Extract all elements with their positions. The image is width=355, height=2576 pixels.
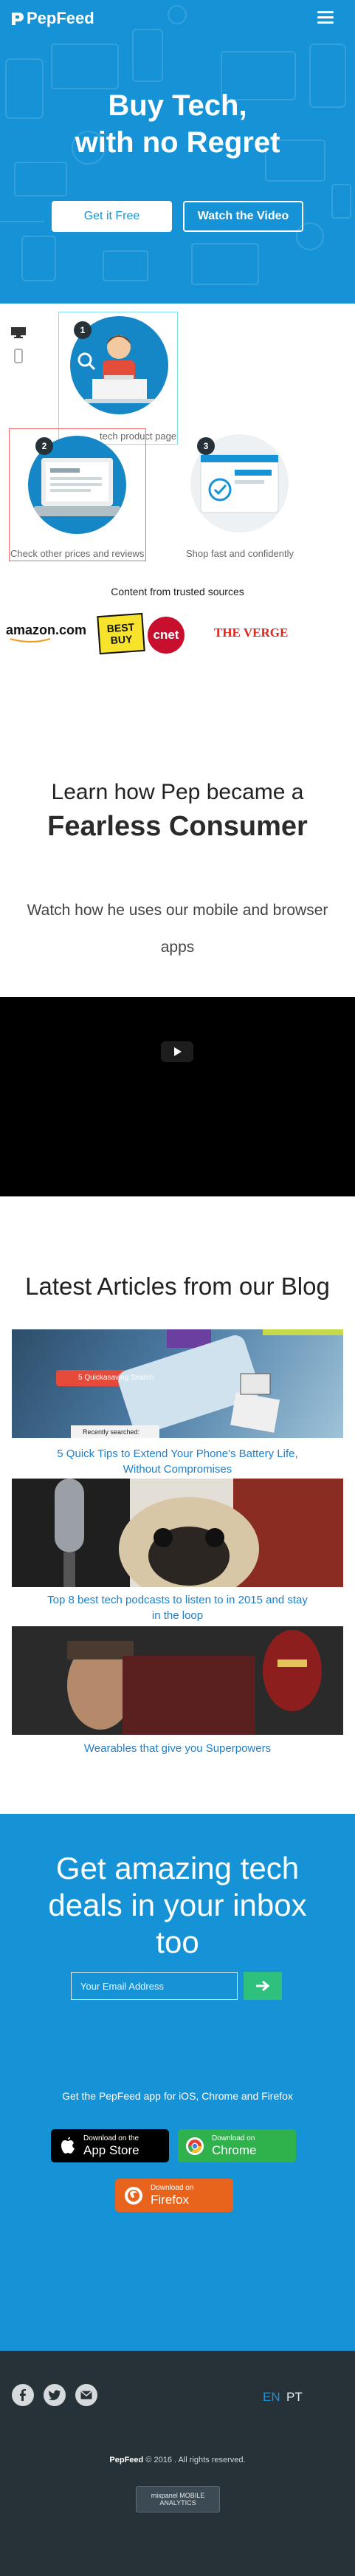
app-store-button[interactable]: Download on the App Store [51,2129,169,2162]
mixpanel-badge-line2: ANALYTICS [159,2499,196,2507]
brand-name: PepFeed [27,9,94,27]
article1-link[interactable]: 5 Quick Tips to Extend Your Phone's Batt… [12,1446,343,1477]
firefox-icon [125,2186,142,2205]
chrome-store-big-text: Chrome [212,2142,257,2157]
ironman-photo [12,1626,343,1735]
learn-subtext: Watch how he uses our mobile and browser… [0,892,355,966]
app-store-small-text: Download on the [83,2134,139,2142]
theverge-logo: THE VERGE [214,626,288,640]
step3-caption: Shop fast and confidently [186,548,294,559]
article3-title-line1: Wearables that give you Superpowers [83,1742,272,1755]
email-input[interactable] [71,1972,238,2000]
play-icon[interactable] [161,1041,193,1062]
newsletter-heading: Get amazing tech deals in your inbox too [0,1850,355,1961]
article1-overlay-search: 5 Quickasaving Search [78,1374,154,1382]
watch-video-button[interactable]: Watch the Video [183,201,303,232]
phone-hand-illustration [56,1329,343,1438]
newsletter-heading-line2: deals in your inbox [48,1888,307,1922]
language-en[interactable]: EN [263,2390,280,2405]
article1-image[interactable]: 5 Quickasaving Search Recently searched: [12,1329,343,1438]
step2-number: 2 [35,437,53,455]
copyright-brand: PepFeed [109,2456,144,2464]
firefox-store-button[interactable]: Download on Firefox [115,2179,233,2212]
step1-number: 1 [74,321,92,339]
cnet-logo-text: cnet [153,628,179,642]
article2-title-line1: Top 8 best tech podcasts to listen to in… [47,1594,308,1606]
twitter-icon[interactable] [44,2384,66,2406]
chrome-store-button[interactable]: Download on Chrome [178,2129,296,2162]
get-it-free-button[interactable]: Get it Free [52,201,172,232]
amazon-logo: amazon.com [6,623,87,643]
firefox-store-big-text: Firefox [151,2192,189,2207]
newsletter-heading-line1: Get amazing tech [55,1851,300,1885]
twitter-glyph [49,2390,61,2400]
video-player[interactable] [0,997,355,1196]
firefox-store-small-text: Download on [151,2183,194,2192]
learn-subtext-line1: Watch how he uses our mobile and browser [27,902,328,919]
mobile-icon[interactable] [14,349,23,363]
learn-heading-line1: Learn how Pep became a [51,780,304,804]
chrome-store-small-text: Download on [212,2134,255,2142]
facebook-icon[interactable] [12,2384,34,2406]
newsletter-heading-line3: too [156,1925,199,1959]
trusted-sources-heading: Content from trusted sources [111,586,244,597]
apple-icon [61,2137,75,2154]
hero-title: Buy Tech, with no Regret [0,87,355,161]
step2-caption: Check other prices and reviews [10,548,145,559]
email-icon[interactable] [75,2384,97,2406]
learn-subtext-line2: apps [160,939,195,956]
pug-microphone-photo [12,1479,343,1587]
hero-title-line2: with no Regret [75,126,280,159]
brand-logo[interactable]: PepFeed [10,9,94,28]
envelope-glyph [80,2391,92,2399]
get-app-text: Get the PepFeed app for iOS, Chrome and … [62,2090,293,2102]
article2-link[interactable]: Top 8 best tech podcasts to listen to in… [12,1592,343,1623]
article1-title-line2: Without Compromises [123,1463,232,1476]
bestbuy-logo: BEST BUY [97,612,145,655]
pepfeed-logo-icon [12,13,24,25]
app-store-big-text: App Store [83,2142,139,2157]
facebook-glyph [20,2389,26,2401]
copyright-text: PepFeed © 2016 . All rights reserved. [0,2456,355,2464]
article2-image[interactable] [12,1479,343,1587]
article2-title-line2: in the loop [151,1609,204,1622]
mixpanel-badge[interactable]: mixpanel MOBILE ANALYTICS [136,2486,220,2512]
hero-section: PepFeed Buy Tech, with no Regret Get it … [0,0,355,304]
step3-number: 3 [197,437,215,455]
learn-heading-line2: Fearless Consumer [47,811,308,842]
hamburger-menu-icon[interactable] [317,11,334,24]
mixpanel-badge-line1: mixpanel MOBILE [151,2492,205,2499]
cnet-logo: cnet [148,617,185,654]
copyright-rest: © 2016 . All rights reserved. [145,2456,246,2464]
arrow-right-icon [256,1980,270,1992]
email-submit-button[interactable] [244,1972,282,2000]
hero-title-line1: Buy Tech, [108,89,247,122]
amazon-logo-text: amazon.com [6,623,87,637]
amazon-smile-icon [10,638,51,643]
desktop-icon[interactable] [10,326,27,338]
chrome-icon [186,2137,204,2155]
article3-link[interactable]: Wearables that give you Superpowers [12,1741,343,1756]
language-pt[interactable]: PT [286,2390,303,2405]
blog-heading: Latest Articles from our Blog [25,1272,330,1300]
magnifier-icon [77,352,96,371]
article1-title-line1: 5 Quick Tips to Extend Your Phone's Batt… [57,1448,298,1460]
theverge-logo-text: THE VERGE [214,626,289,640]
article3-image[interactable] [12,1626,343,1735]
article1-overlay-recent: Recently searched: [83,1428,140,1436]
bestbuy-logo-text: BEST BUY [106,620,135,646]
